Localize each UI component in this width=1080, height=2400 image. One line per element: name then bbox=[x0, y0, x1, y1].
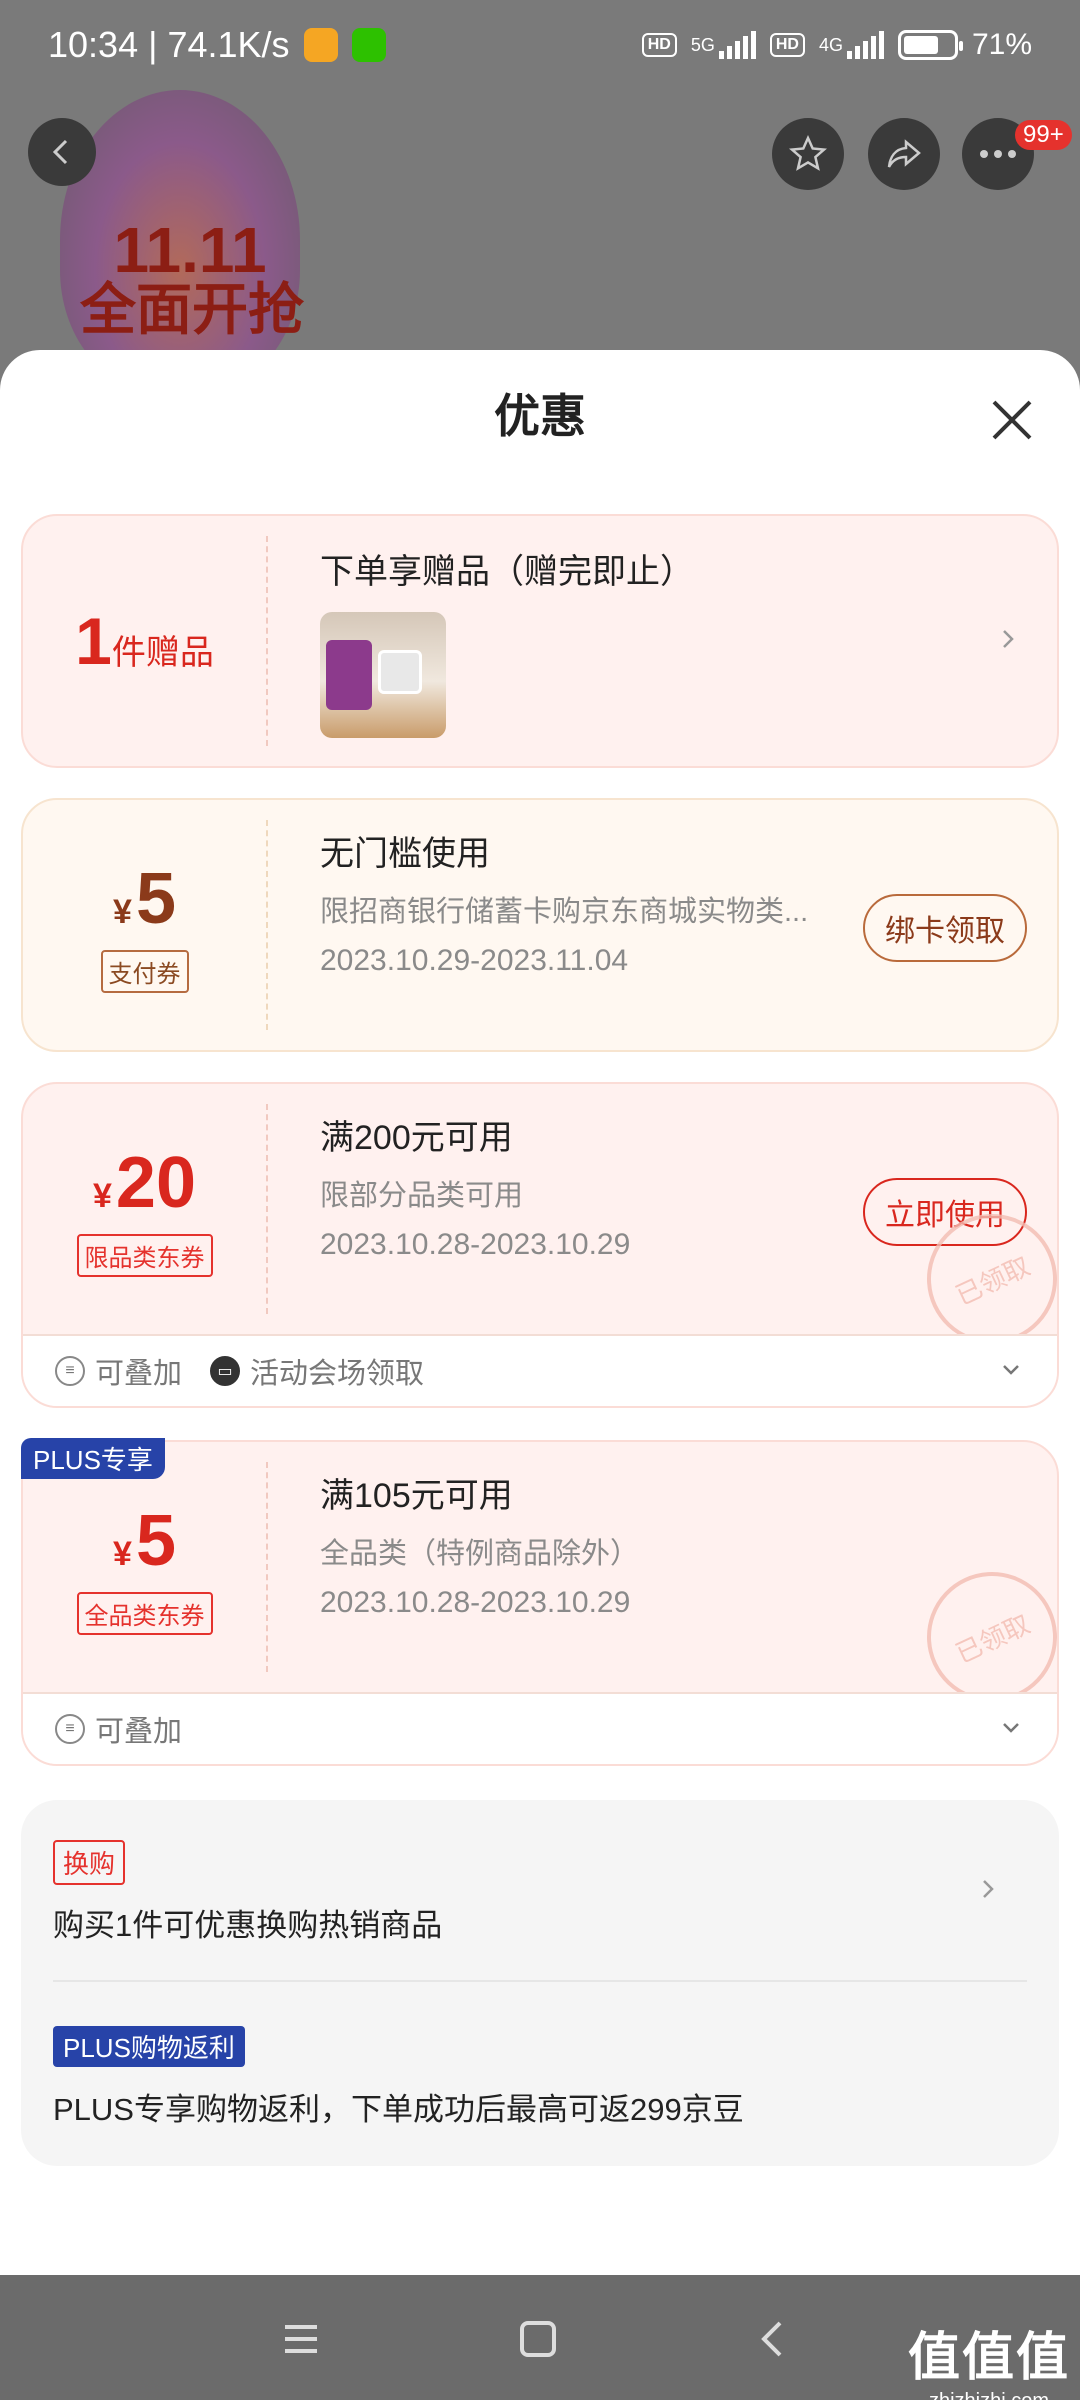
chevron-right-icon bbox=[983, 1880, 994, 1898]
hd-icon: HD bbox=[641, 33, 677, 57]
coupon-type-tag: 支付券 bbox=[100, 949, 189, 993]
battery-percent: 71% bbox=[971, 28, 1032, 61]
time-speed: 10:34 | 74.1K/s bbox=[48, 24, 290, 65]
favorite-button[interactable] bbox=[772, 118, 844, 190]
yen-symbol: ¥ bbox=[113, 1534, 132, 1573]
swap-text: 购买1件可优惠换购热销商品 bbox=[53, 1908, 443, 1943]
chevron-right-icon bbox=[1003, 630, 1014, 648]
share-icon bbox=[887, 139, 921, 168]
signal-icon bbox=[718, 31, 756, 59]
sheet-title: 优惠 bbox=[494, 390, 586, 442]
gift-title: 下单享赠品（赠完即止） bbox=[320, 553, 694, 591]
coupon-footer[interactable]: ≡ 可叠加 bbox=[23, 1692, 1057, 1764]
coupon-card-limited[interactable]: ¥ 20 限品类东券 满200元可用 限部分品类可用 2023.10.28-20… bbox=[21, 1082, 1059, 1408]
gift-image-device bbox=[378, 650, 422, 694]
network-type-5g: 5G bbox=[690, 34, 715, 55]
back-button[interactable] bbox=[28, 118, 96, 186]
stackable-item: ≡ 可叠加 bbox=[55, 1708, 182, 1750]
gift-image-promo bbox=[326, 640, 372, 710]
more-dots-icon bbox=[980, 150, 1016, 158]
coupon-date: 2023.10.28-2023.10.29 bbox=[320, 1228, 631, 1261]
battery-icon bbox=[897, 30, 963, 60]
promo-line2: 全面开抢 bbox=[80, 278, 304, 341]
close-icon[interactable] bbox=[982, 390, 1042, 450]
coupon-amount: ¥ 20 bbox=[93, 1142, 196, 1224]
stackable-item: ≡ 可叠加 bbox=[55, 1350, 182, 1392]
venue-label: 活动会场领取 bbox=[250, 1358, 425, 1390]
rebate-text: PLUS专享购物返利，下单成功后最高可返299京豆 bbox=[53, 2092, 744, 2127]
coupon-subtitle: 全品类（特例商品除外） bbox=[320, 1538, 640, 1570]
coupon-type-tag: 全品类东券 bbox=[76, 1591, 213, 1635]
stack-icon: ≡ bbox=[55, 1356, 85, 1386]
gift-count-unit: 件赠品 bbox=[111, 634, 214, 672]
hd-icon: HD bbox=[769, 33, 805, 57]
chevron-down-icon[interactable] bbox=[1001, 1718, 1021, 1738]
venue-item: ▭ 活动会场领取 bbox=[210, 1350, 424, 1392]
dashed-divider bbox=[266, 1462, 268, 1672]
extras-box: 换购 购买1件可优惠换购热销商品 PLUS购物返利 PLUS专享购物返利，下单成… bbox=[21, 1800, 1059, 2166]
venue-icon: ▭ bbox=[210, 1356, 241, 1386]
star-icon bbox=[788, 134, 828, 171]
stackable-label: 可叠加 bbox=[95, 1716, 183, 1748]
coupon-date: 2023.10.29-2023.11.04 bbox=[320, 944, 629, 977]
promo-line1: 11.11 bbox=[113, 214, 267, 286]
watermark-name: 值值值 bbox=[907, 2329, 1070, 2387]
coupon-title: 满105元可用 bbox=[320, 1477, 513, 1515]
gift-product-image[interactable] bbox=[320, 612, 446, 738]
coupon-footer[interactable]: ≡ 可叠加 ▭ 活动会场领取 bbox=[23, 1334, 1057, 1406]
amount-value: 20 bbox=[115, 1142, 196, 1223]
coupon-title: 满200元可用 bbox=[320, 1119, 513, 1157]
gallery-app-icon bbox=[303, 28, 338, 62]
chevron-left-icon bbox=[52, 139, 68, 165]
coupon-subtitle: 限部分品类可用 bbox=[320, 1180, 524, 1212]
coupon-card-pay[interactable]: ¥ 5 支付券 无门槛使用 限招商银行储蓄卡购京东商城实物类... 2023.1… bbox=[21, 798, 1059, 1052]
coupon-amount: ¥ 5 bbox=[113, 858, 176, 940]
watermark: 值值值 zhizhizhi.com bbox=[908, 2315, 1070, 2400]
gift-card[interactable]: 1 件赠品 下单享赠品（赠完即止） bbox=[21, 514, 1059, 768]
coupon-date: 2023.10.28-2023.10.29 bbox=[320, 1586, 631, 1619]
swap-tag: 换购 bbox=[53, 1840, 126, 1885]
gift-count-number: 1 bbox=[75, 604, 112, 678]
share-button[interactable] bbox=[868, 118, 940, 190]
gift-count: 1 件赠品 bbox=[75, 603, 214, 679]
status-bar: 10:34 | 74.1K/s HD 5G HD 4G 71% bbox=[0, 0, 1080, 90]
promo-text: 11.11 全面开抢 bbox=[80, 214, 304, 341]
coupon-card-plus[interactable]: ¥ 5 全品类东券 满105元可用 全品类（特例商品除外） 2023.10.28… bbox=[21, 1440, 1059, 1766]
dashed-divider bbox=[266, 1104, 268, 1314]
signal-icon bbox=[846, 31, 884, 59]
coupon-title: 无门槛使用 bbox=[320, 835, 490, 873]
back-arrow-icon[interactable] bbox=[750, 2315, 798, 2363]
yen-symbol: ¥ bbox=[92, 1176, 112, 1215]
amount-value: 5 bbox=[135, 1500, 176, 1581]
divider bbox=[53, 1980, 1027, 1982]
chevron-down-icon[interactable] bbox=[1001, 1360, 1021, 1380]
coupon-type-tag: 限品类东券 bbox=[76, 1233, 213, 1277]
menu-icon[interactable] bbox=[277, 2315, 325, 2363]
watermark-url: zhizhizhi.com bbox=[908, 2390, 1070, 2400]
coupon-amount: ¥ 5 bbox=[113, 1500, 176, 1582]
stackable-label: 可叠加 bbox=[95, 1358, 183, 1390]
home-square-icon[interactable] bbox=[514, 2315, 562, 2363]
bind-card-claim-button[interactable]: 绑卡领取 bbox=[863, 894, 1027, 962]
dashed-divider bbox=[266, 820, 268, 1030]
plus-exclusive-tag: PLUS专享 bbox=[21, 1438, 165, 1479]
dashed-divider bbox=[266, 536, 268, 746]
swap-row[interactable]: 换购 购买1件可优惠换购热销商品 bbox=[21, 1800, 1059, 1980]
plus-rebate-tag: PLUS购物返利 bbox=[53, 2026, 245, 2067]
coupon-subtitle: 限招商银行储蓄卡购京东商城实物类... bbox=[320, 896, 809, 928]
amount-value: 5 bbox=[135, 858, 176, 939]
wechat-icon bbox=[351, 28, 386, 62]
network-type-4g: 4G bbox=[818, 34, 843, 55]
stack-icon: ≡ bbox=[55, 1714, 85, 1744]
notification-badge: 99+ bbox=[1015, 120, 1072, 150]
yen-symbol: ¥ bbox=[113, 892, 132, 931]
